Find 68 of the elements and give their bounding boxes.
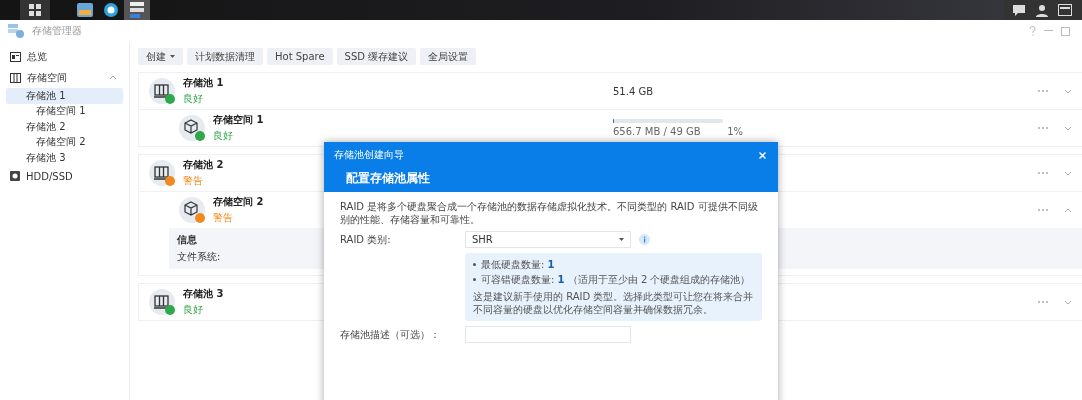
storage-pool-icon — [149, 160, 175, 186]
pool-name: 存储池 1 — [183, 76, 225, 90]
disk-icon — [10, 171, 20, 181]
info-label: 文件系统: — [177, 250, 221, 264]
step-title: 配置存储池属性 — [345, 170, 431, 187]
window-icon[interactable] — [1058, 4, 1072, 16]
info-title: 信息 — [177, 233, 197, 247]
volume-icon — [179, 197, 205, 223]
storage-pool-icon — [149, 289, 175, 315]
pool-description-label: 存储池描述（可选）： — [340, 327, 441, 342]
pool-size: 51.4 GB — [613, 85, 654, 97]
pool-name: 存储池 3 — [183, 287, 225, 301]
collapse-icon[interactable] — [109, 75, 117, 80]
help-icon[interactable] — [1029, 26, 1036, 36]
sidebar-item[interactable]: 存储空间 1 — [6, 103, 123, 119]
caret-icon — [170, 55, 175, 58]
pool-status: 良好 — [183, 92, 204, 106]
pool-status: 良好 — [183, 303, 204, 317]
maximize-icon[interactable] — [1061, 26, 1070, 36]
storage-manager-icon — [8, 24, 24, 38]
volume-name: 存储空间 2 — [213, 195, 265, 209]
overview-icon — [10, 51, 21, 62]
info-icon[interactable] — [639, 234, 650, 245]
pool-name: 存储池 2 — [183, 158, 225, 172]
wizard-title: 存储池创建向导 — [334, 148, 404, 162]
sidebar-item[interactable]: 存储池 2 — [6, 119, 123, 135]
sidebar-item[interactable]: 存储空间 — [6, 67, 123, 88]
sidebar-item[interactable]: HDD/SSD — [6, 165, 123, 187]
sidebar-item[interactable]: 存储池 3 — [6, 150, 123, 166]
toolbar-button[interactable]: 全局设置 — [420, 48, 477, 65]
toolbar-button[interactable]: Hot Spare — [267, 48, 333, 65]
toolbar-button[interactable]: 创建 — [138, 48, 183, 65]
collapse-icon[interactable] — [1064, 207, 1072, 213]
pool-description-field[interactable] — [465, 326, 631, 343]
storage-icon — [10, 72, 21, 83]
volume-status: 警告 — [213, 211, 234, 225]
toolbar-button[interactable]: SSD 缓存建议 — [336, 48, 417, 65]
volume-icon — [179, 115, 205, 141]
raid-type-dropdown[interactable]: SHR — [465, 231, 631, 248]
main-menu-icon[interactable] — [20, 0, 50, 20]
info-text: 这是建议新手使用的 RAID 类型。选择此类型可让您在将来合并不同容量的硬盘以优化存储空间容量并确保数据冗余。 — [473, 290, 754, 316]
pool-status: 警告 — [183, 174, 204, 188]
toolbar-button[interactable]: 计划数据清理 — [187, 48, 263, 65]
volume-status: 良好 — [213, 129, 234, 143]
volume-name: 存储空间 1 — [213, 113, 265, 127]
chat-icon[interactable] — [1012, 3, 1026, 17]
expand-icon[interactable] — [1064, 88, 1072, 94]
expand-icon[interactable] — [1064, 125, 1072, 131]
description-text: RAID 是将多个硬盘聚合成一个存储池的数据存储虚拟化技术。不同类型的 RAID 可提供不同级别的性能、存储容量和可靠性。 — [340, 200, 759, 226]
expand-icon[interactable] — [1064, 170, 1072, 176]
usage-percent: 1% — [727, 126, 743, 137]
sidebar-item[interactable]: 存储空间 2 — [6, 134, 123, 150]
close-icon[interactable] — [759, 151, 766, 159]
storage-pool-icon — [149, 78, 175, 104]
storage-app-icon[interactable] — [124, 0, 150, 20]
expand-icon[interactable] — [1064, 299, 1072, 305]
bullet-dot — [473, 263, 476, 266]
bullet-text: 可容错硬盘数量: 1 （适用于至少由 2 个硬盘组成的存储池） — [481, 273, 751, 286]
bullet-dot — [473, 278, 476, 281]
sidebar-item[interactable]: 总览 — [6, 46, 123, 67]
usage-text: 656.7 MB / 49 GB — [613, 126, 701, 137]
raid-type-label: RAID 类别: — [340, 232, 392, 247]
minimize-icon[interactable] — [1044, 30, 1053, 32]
window-title: 存储管理器 — [32, 24, 82, 38]
bullet-text: 最低硬盘数量: 1 — [481, 258, 555, 271]
caret-icon — [619, 238, 624, 241]
user-icon[interactable] — [1036, 3, 1048, 17]
sidebar-item[interactable]: 存储池 1 — [6, 88, 123, 104]
